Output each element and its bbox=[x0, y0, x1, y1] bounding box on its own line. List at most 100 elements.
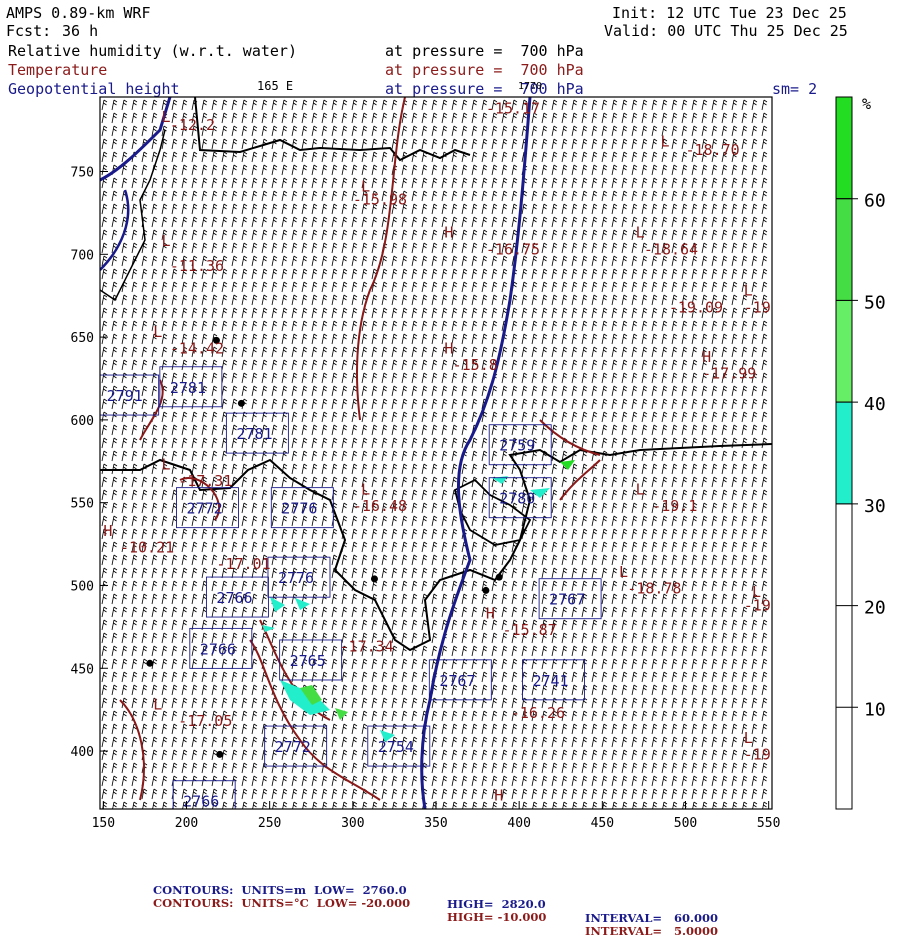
wind-barb bbox=[372, 334, 377, 344]
wind-barb bbox=[642, 451, 647, 461]
wind-barb bbox=[402, 438, 407, 448]
wind-barb bbox=[522, 204, 527, 214]
wind-barb bbox=[102, 373, 107, 383]
wind-barb bbox=[302, 412, 307, 422]
wind-barb bbox=[262, 269, 267, 279]
wind-barb bbox=[762, 386, 767, 396]
wind-barb bbox=[302, 334, 307, 344]
wind-barb bbox=[362, 139, 367, 149]
wind-barb bbox=[212, 100, 217, 110]
wind-barb bbox=[632, 152, 637, 162]
wind-barb bbox=[372, 425, 377, 435]
wind-barb bbox=[572, 100, 577, 110]
wind-barb bbox=[222, 126, 227, 136]
wind-barb bbox=[332, 425, 337, 435]
wind-barb bbox=[572, 308, 577, 318]
wind-barb bbox=[112, 477, 117, 487]
wind-barb bbox=[192, 230, 197, 240]
wind-barb bbox=[152, 100, 157, 110]
wind-barb bbox=[762, 451, 767, 461]
wind-barb bbox=[262, 243, 267, 253]
wind-barb bbox=[672, 373, 677, 383]
wind-barb bbox=[522, 269, 527, 279]
wind-barb bbox=[702, 243, 707, 253]
wind-barb bbox=[242, 308, 247, 318]
wind-barb bbox=[242, 139, 247, 149]
wind-barb bbox=[622, 282, 627, 292]
wind-barb bbox=[342, 295, 347, 305]
wind-barb bbox=[172, 282, 177, 292]
wind-barb bbox=[292, 373, 297, 383]
wind-barb bbox=[742, 399, 747, 409]
wind-barb bbox=[242, 451, 247, 461]
wind-barb bbox=[492, 438, 497, 448]
wind-barb bbox=[332, 269, 337, 279]
wind-barb bbox=[612, 360, 617, 370]
wind-barb bbox=[282, 347, 287, 357]
wind-barb bbox=[592, 204, 597, 214]
wind-barb bbox=[322, 243, 327, 253]
wind-barb bbox=[502, 360, 507, 370]
wind-barb bbox=[452, 100, 457, 110]
wind-barb bbox=[592, 230, 597, 240]
wind-barb bbox=[222, 282, 227, 292]
wind-barb bbox=[582, 412, 587, 422]
wind-barb bbox=[482, 126, 487, 136]
wind-barb bbox=[412, 347, 417, 357]
wind-barb bbox=[342, 334, 347, 344]
wind-barb bbox=[362, 243, 367, 253]
wind-barb bbox=[392, 373, 397, 383]
wind-barb bbox=[312, 217, 317, 227]
wind-barb bbox=[742, 191, 747, 201]
wind-barb bbox=[412, 113, 417, 123]
wind-barb bbox=[632, 113, 637, 123]
wind-barb bbox=[342, 230, 347, 240]
wind-barb bbox=[612, 178, 617, 188]
wind-barb bbox=[362, 360, 367, 370]
wind-barb bbox=[462, 178, 467, 188]
wind-barb bbox=[192, 282, 197, 292]
wind-barb bbox=[712, 100, 717, 110]
wind-barb bbox=[312, 152, 317, 162]
wind-barb bbox=[582, 334, 587, 344]
wind-barb bbox=[602, 191, 607, 201]
wind-barb bbox=[132, 438, 137, 448]
wind-barb bbox=[312, 100, 317, 110]
wind-barb bbox=[592, 334, 597, 344]
wind-barb bbox=[272, 438, 277, 448]
wind-barb bbox=[702, 412, 707, 422]
wind-barb bbox=[242, 295, 247, 305]
wind-barb bbox=[652, 412, 657, 422]
wind-barb bbox=[472, 191, 477, 201]
wind-barb bbox=[572, 126, 577, 136]
wind-barb bbox=[452, 282, 457, 292]
wind-barb bbox=[652, 477, 657, 487]
wind-barb bbox=[482, 477, 487, 487]
wind-barb bbox=[762, 204, 767, 214]
wind-barb bbox=[552, 204, 557, 214]
wind-barb bbox=[102, 113, 107, 123]
wind-barb bbox=[122, 256, 127, 266]
wind-barb bbox=[582, 165, 587, 175]
wind-barb bbox=[182, 438, 187, 448]
wind-barb bbox=[652, 373, 657, 383]
wind-barb bbox=[122, 373, 127, 383]
wind-barb bbox=[532, 269, 537, 279]
wind-barb bbox=[542, 243, 547, 253]
wind-barb bbox=[592, 386, 597, 396]
wind-barb bbox=[582, 269, 587, 279]
wind-barb bbox=[432, 308, 437, 318]
wind-barb bbox=[372, 243, 377, 253]
wind-barb bbox=[102, 217, 107, 227]
wind-barb bbox=[752, 165, 757, 175]
wind-barb bbox=[452, 373, 457, 383]
wind-barb bbox=[142, 360, 147, 370]
wind-barb bbox=[262, 256, 267, 266]
wind-barb bbox=[502, 230, 507, 240]
wind-barb bbox=[172, 308, 177, 318]
wind-barb bbox=[252, 100, 257, 110]
wind-barb bbox=[652, 165, 657, 175]
wind-barb bbox=[242, 126, 247, 136]
wind-barb bbox=[482, 217, 487, 227]
wind-barb bbox=[382, 399, 387, 409]
